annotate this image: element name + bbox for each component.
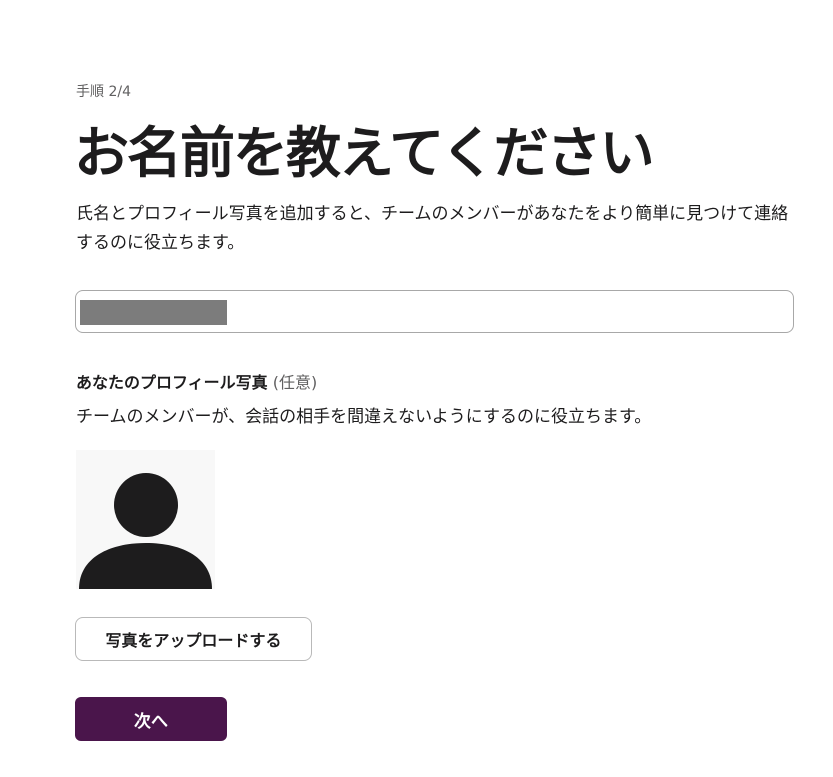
full-name-input[interactable] xyxy=(75,290,794,333)
profile-photo-help: チームのメンバーが、会話の相手を間違えないようにするのに役立ちます。 xyxy=(76,407,652,427)
profile-photo-label: あなたのプロフィール写真 (任意) xyxy=(76,372,317,394)
page-title: お名前を教えてください xyxy=(74,121,655,185)
step-indicator: 手順 2/4 xyxy=(76,84,131,100)
default-user-silhouette-icon xyxy=(79,473,212,589)
profile-photo-title: あなたのプロフィール写真 xyxy=(76,373,268,392)
avatar-placeholder xyxy=(76,450,215,589)
onboarding-page: 手順 2/4 お名前を教えてください 氏名とプロフィール写真を追加すると、チーム… xyxy=(0,0,833,777)
redacted-name-block xyxy=(80,300,227,325)
page-description: 氏名とプロフィール写真を追加すると、チームのメンバーがあなたをより簡単に見つけて… xyxy=(76,204,789,253)
next-button[interactable]: 次へ xyxy=(75,697,227,741)
upload-photo-button[interactable]: 写真をアップロードする xyxy=(75,617,312,661)
optional-tag: (任意) xyxy=(272,373,318,392)
